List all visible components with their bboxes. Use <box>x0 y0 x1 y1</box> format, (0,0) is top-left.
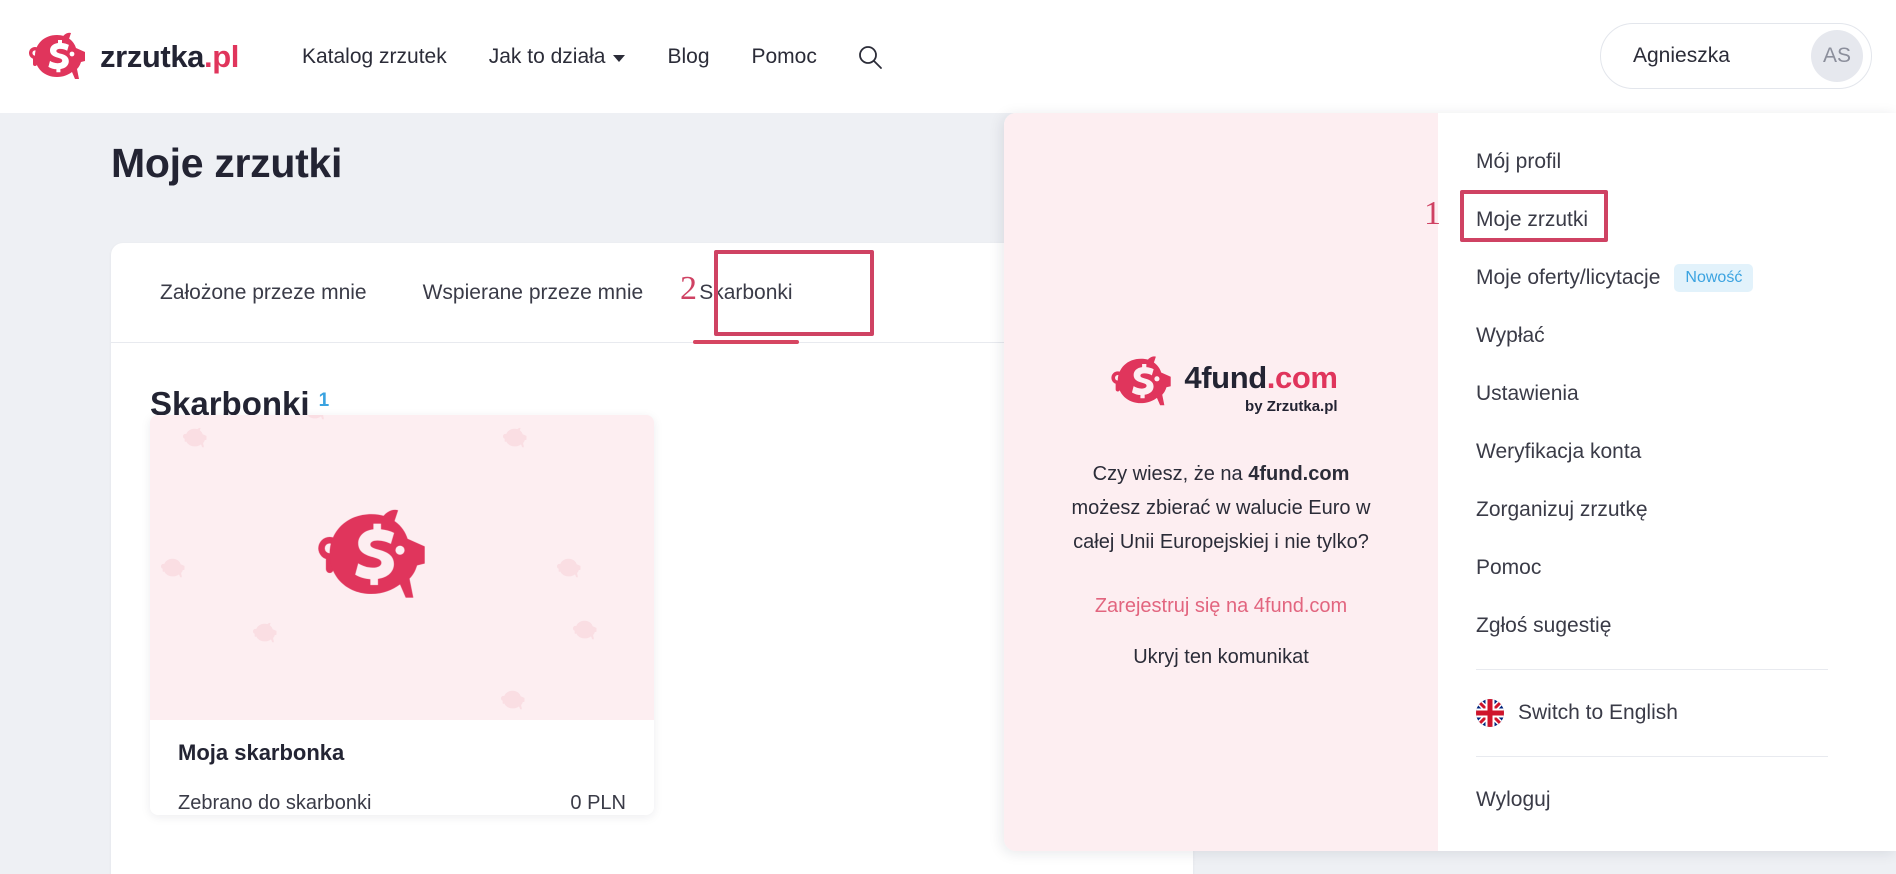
user-menu-button[interactable]: Agnieszka AS <box>1600 23 1872 89</box>
tab-skarbonki[interactable]: Skarbonki <box>671 243 820 344</box>
avatar: AS <box>1811 30 1863 82</box>
tile-title: Moja skarbonka <box>178 740 345 765</box>
logo-wordmark: zrzutka.pl <box>100 38 239 74</box>
tile-stat-label: Zebrano do skarbonki <box>178 792 372 814</box>
menu-item-wyplac[interactable]: Wypłać <box>1476 307 1896 365</box>
user-menu-list: Mój profil Moje zrzutki Moje oferty/licy… <box>1438 113 1896 851</box>
menu-item-moje-zrzutki[interactable]: Moje zrzutki <box>1476 191 1896 249</box>
menu-item-wyloguj[interactable]: Wyloguj <box>1476 771 1896 829</box>
menu-divider-1 <box>1476 669 1828 671</box>
menu-divider-2 <box>1476 756 1828 758</box>
tile-body: Moja skarbonka Zebrano do skarbonki 0 PL… <box>150 720 654 815</box>
menu-item-pomoc[interactable]: Pomoc <box>1476 539 1896 597</box>
menu-item-zorganizuj-zrzutke[interactable]: Zorganizuj zrzutkę <box>1476 481 1896 539</box>
menu-item-label: Wyloguj <box>1476 788 1551 812</box>
promo-register-link[interactable]: Zarejestruj się na 4fund.com <box>1095 595 1347 618</box>
promo-text-brand: 4fund.com <box>1248 463 1350 485</box>
nav-label: Blog <box>667 44 710 68</box>
menu-item-label: Mój profil <box>1476 150 1562 173</box>
nav-item-blog[interactable]: Blog <box>646 37 730 77</box>
menu-item-weryfikacja-konta[interactable]: Weryfikacja konta <box>1476 423 1896 481</box>
menu-item-switch-to-english[interactable]: Switch to English <box>1476 684 1896 742</box>
nav-label: Pomoc <box>751 44 817 68</box>
promo-hide-link[interactable]: Ukryj ten komunikat <box>1133 646 1309 669</box>
user-dropdown-panel: 4fund.com by Zrzutka.pl Czy wiesz, że na… <box>1004 113 1896 851</box>
piggy-bank-logo-icon <box>22 26 90 88</box>
search-icon[interactable] <box>852 39 888 75</box>
menu-item-ustawienia[interactable]: Ustawienia <box>1476 365 1896 423</box>
tile-stat-row: Zebrano do skarbonki 0 PLN <box>178 792 626 815</box>
tab-wspierane-przeze-mnie[interactable]: Wspierane przeze mnie <box>395 243 672 342</box>
menu-item-label: Pomoc <box>1476 556 1542 579</box>
tile-stat-value: 0 PLN <box>570 792 626 814</box>
promo-text: Czy wiesz, że na 4fund.com możesz zbiera… <box>1061 457 1381 559</box>
promo-brand-com: .com <box>1266 360 1338 395</box>
nav-label: Jak to działa <box>488 44 606 68</box>
tab-zalozone-przeze-mnie[interactable]: Założone przeze mnie <box>132 243 395 342</box>
page-title: Moje zrzutki <box>111 140 343 186</box>
menu-item-moj-profil[interactable]: Mój profil <box>1476 133 1896 191</box>
uk-flag-icon <box>1476 699 1504 728</box>
menu-item-label: Switch to English <box>1518 701 1678 725</box>
site-header: zrzutka.pl Katalog zrzutek Jak to działa… <box>0 0 1896 113</box>
promo-panel-4fund: 4fund.com by Zrzutka.pl Czy wiesz, że na… <box>1004 113 1438 851</box>
main-nav: Katalog zrzutek Jak to działa Blog Pomoc <box>281 37 888 77</box>
user-name: Agnieszka <box>1633 44 1730 67</box>
nav-item-katalog-zrzutek[interactable]: Katalog zrzutek <box>281 37 468 77</box>
nav-label: Katalog zrzutek <box>301 44 447 68</box>
menu-item-label: Ustawienia <box>1476 382 1579 405</box>
section-count: 1 <box>318 390 330 411</box>
promo-text-part2: możesz zbierać w walucie Euro w <box>1071 497 1371 519</box>
chevron-down-icon <box>613 54 626 62</box>
menu-item-zglos-sugestie[interactable]: Zgłoś sugestię <box>1476 597 1896 655</box>
piggy-bank-illustration <box>150 415 654 720</box>
tab-label: Wspierane przeze mnie <box>422 280 644 304</box>
nav-item-pomoc[interactable]: Pomoc <box>731 37 838 77</box>
menu-item-label: Moje oferty/licytacje <box>1476 266 1661 289</box>
menu-item-label: Weryfikacja konta <box>1476 440 1642 463</box>
promo-text-part3: całej Unii Europejskiej i nie tylko? <box>1073 531 1369 553</box>
menu-item-label: Zorganizuj zrzutkę <box>1476 498 1648 521</box>
status-badge: Nowość <box>1674 264 1754 292</box>
promo-text-part1: Czy wiesz, że na <box>1092 463 1249 485</box>
skarbonka-tile[interactable]: Moja skarbonka Zebrano do skarbonki 0 PL… <box>150 415 654 815</box>
tab-label: Skarbonki <box>699 280 793 304</box>
tab-label: Założone przeze mnie <box>160 280 367 304</box>
menu-item-moje-oferty-licytacje[interactable]: Moje oferty/licytacje Nowość <box>1476 249 1896 307</box>
menu-item-label: Zgłoś sugestię <box>1476 614 1612 637</box>
promo-byline: by Zrzutka.pl <box>1245 398 1338 415</box>
site-logo[interactable]: zrzutka.pl <box>22 26 239 88</box>
promo-brand-main: 4fund <box>1184 360 1267 395</box>
menu-item-label: Moje zrzutki <box>1476 208 1589 231</box>
menu-item-label: Wypłać <box>1476 324 1545 347</box>
promo-wordmark: 4fund.com by Zrzutka.pl <box>1184 360 1338 415</box>
promo-logo: 4fund.com by Zrzutka.pl <box>1104 349 1338 415</box>
piggy-bank-logo-icon <box>1104 349 1176 415</box>
nav-item-jak-to-dziala[interactable]: Jak to działa <box>468 37 647 77</box>
